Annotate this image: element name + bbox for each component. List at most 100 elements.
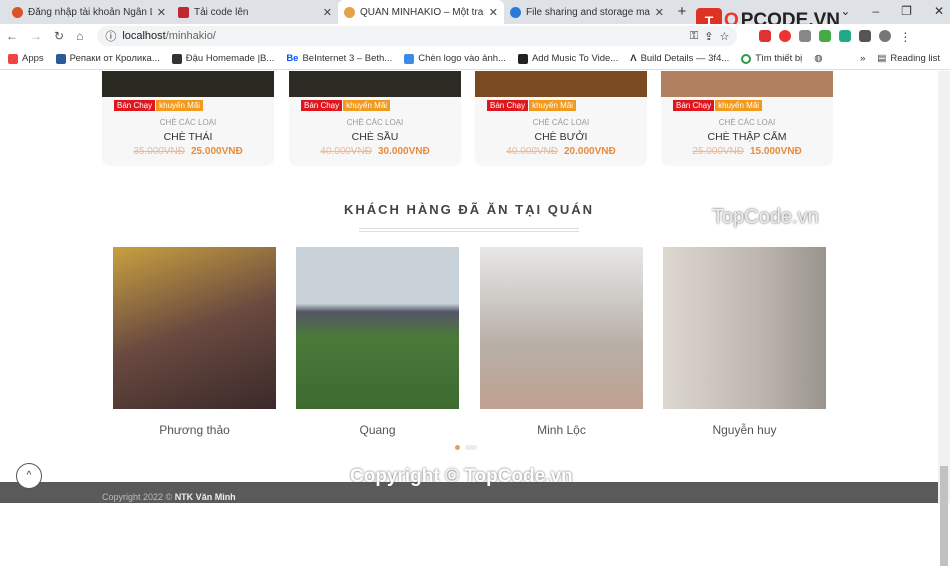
bestseller-badge: Bán Chạy — [487, 100, 529, 111]
watermark: TopCode.vn — [712, 206, 819, 228]
customer-card: Nguyễn huy — [663, 247, 826, 437]
key-icon[interactable]: ⚿ — [690, 30, 698, 43]
bookmark[interactable]: Add Music To Vide... — [517, 53, 619, 64]
product-category[interactable]: CHÈ CÁC LOẠI — [661, 118, 833, 127]
bookmark[interactable]: Chèn logo vào ảnh... — [404, 53, 506, 64]
url-path: /minhakio/ — [165, 30, 216, 42]
product-image[interactable] — [475, 71, 647, 97]
close-tab-icon[interactable]: ✕ — [655, 6, 664, 19]
bestseller-badge: Bán Chạy — [673, 100, 715, 111]
avatar[interactable] — [879, 30, 892, 42]
product-category[interactable]: CHÈ CÁC LOẠI — [289, 118, 461, 127]
bookmark-label: Add Music To Vide... — [531, 53, 619, 64]
scrollbar-thumb[interactable] — [940, 466, 948, 566]
browser-tab[interactable]: Đăng nhập tài khoản Ngân Lượng ✕ — [6, 0, 172, 24]
promo-badge: khuyến Mãi — [343, 100, 391, 111]
adblock-icon[interactable] — [779, 30, 792, 42]
watermark: Copyright © TopCode.vn — [350, 466, 573, 487]
sale-price: 15.000VNĐ — [750, 146, 802, 157]
more-icon: » — [860, 53, 866, 64]
bookmark-label: Apps — [22, 53, 44, 64]
bookmark-icon — [171, 53, 182, 64]
promo-badge: khuyến Mãi — [156, 100, 204, 111]
bookmark[interactable]: Λ Build Details — 3f4... — [630, 53, 729, 64]
reload-icon[interactable]: ↻ — [54, 29, 64, 43]
bookmark[interactable]: Tìm thiết bị — [741, 53, 802, 64]
reading-list-icon: ▤ — [877, 53, 887, 64]
extension-icon[interactable] — [819, 30, 832, 42]
bookmark-label: Đậu Homemade |B... — [185, 53, 275, 64]
close-tab-icon[interactable]: ✕ — [489, 6, 498, 19]
tab-title: Đăng nhập tài khoản Ngân Lượng — [28, 6, 152, 18]
close-tab-icon[interactable]: ✕ — [323, 6, 332, 19]
info-icon: ⓘ — [105, 31, 117, 43]
browser-tab[interactable]: File sharing and storage made simple ✕ — [504, 0, 670, 24]
divider — [359, 231, 579, 232]
bestseller-badge: Bán Chạy — [114, 100, 156, 111]
old-price: 40.000VNĐ — [506, 146, 558, 157]
customer-card: Quang — [296, 247, 459, 437]
sale-price: 20.000VNĐ — [564, 146, 616, 157]
product-name[interactable]: CHÈ THẬP CẨM — [661, 131, 833, 143]
home-icon[interactable]: ⌂ — [76, 29, 83, 43]
carousel-dots — [455, 445, 477, 450]
star-icon[interactable]: ☆ — [719, 30, 729, 43]
tab-favicon-icon — [510, 6, 521, 18]
share-icon[interactable]: ⇪ — [704, 30, 713, 43]
sale-price: 30.000VNĐ — [378, 146, 430, 157]
extension-icon[interactable] — [839, 30, 852, 42]
product-card[interactable]: Bán Chạy khuyến Mãi CHÈ CÁC LOẠI CHÈ THÁI 35… — [102, 71, 274, 166]
product-card[interactable]: Bán Chạy khuyến Mãi CHÈ CÁC LOẠI CHÈ SẦU 40.… — [289, 71, 461, 166]
product-image[interactable] — [289, 71, 461, 97]
product-card[interactable]: Bán Chạy khuyến Mãi CHÈ CÁC LOẠI CHÈ THẬP C… — [661, 71, 833, 166]
build-icon: Λ — [630, 53, 637, 64]
puzzle-icon[interactable] — [859, 30, 872, 42]
minimize-icon[interactable]: – — [872, 0, 879, 22]
scroll-to-top-button[interactable]: ^ — [16, 463, 42, 489]
new-tab-button[interactable]: + — [670, 0, 694, 24]
bookmark[interactable]: Đậu Homemade |B... — [171, 53, 275, 64]
browser-tab-active[interactable]: QUÁN MINHAKIO – Một trang web ✕ — [338, 0, 504, 24]
tab-favicon-icon — [344, 6, 355, 18]
product-image[interactable] — [102, 71, 274, 97]
old-price: 35.000VNĐ — [133, 146, 185, 157]
customer-photo — [113, 247, 276, 409]
tab-search-icon[interactable]: ⌄ — [840, 0, 850, 22]
carousel-dot[interactable] — [455, 445, 460, 450]
product-category[interactable]: CHÈ CÁC LOẠI — [102, 118, 274, 127]
bookmark-icon — [517, 53, 528, 64]
product-category[interactable]: CHÈ CÁC LOẠI — [475, 118, 647, 127]
promo-badge: khuyến Mãi — [715, 100, 763, 111]
customer-name: Phương thảo — [159, 423, 230, 437]
close-window-icon[interactable]: ✕ — [934, 0, 944, 22]
extension-icon[interactable] — [799, 30, 812, 42]
address-bar[interactable]: ⓘ localhost/minhakio/ ⚿ ⇪ ☆ — [97, 26, 738, 46]
product-name[interactable]: CHÈ SẦU — [289, 131, 461, 143]
product-name[interactable]: CHÈ THÁI — [102, 131, 274, 143]
bookmark-apps[interactable]: Apps — [8, 53, 44, 64]
product-image[interactable] — [661, 71, 833, 97]
back-icon[interactable]: ← — [6, 29, 18, 43]
scrollbar[interactable] — [938, 71, 950, 566]
close-tab-icon[interactable]: ✕ — [157, 6, 166, 19]
reading-list[interactable]: ▤ Reading list — [877, 53, 940, 64]
restore-icon[interactable]: ❐ — [901, 0, 912, 22]
menu-icon[interactable]: ⋮ — [899, 30, 911, 44]
carousel-dot[interactable] — [465, 445, 477, 450]
bookmarks-overflow[interactable]: » — [860, 53, 865, 64]
product-card[interactable]: Bán Chạy khuyến Mãi CHÈ CÁC LOẠI CHÈ BƯỞI 40… — [475, 71, 647, 166]
product-name[interactable]: CHÈ BƯỞI — [475, 131, 647, 143]
bookmark[interactable]: ◍ — [814, 53, 822, 64]
customer-photo — [663, 247, 826, 409]
copyright-text: Copyright 2022 © — [102, 492, 173, 502]
bookmark-icon — [404, 53, 415, 64]
forward-icon[interactable]: → — [30, 29, 42, 43]
url-host: localhost — [122, 30, 166, 42]
browser-tab[interactable]: Tải code lên ✕ — [172, 0, 338, 24]
extension-icon[interactable] — [759, 30, 772, 42]
bookmark-icon — [741, 53, 752, 64]
bookmark[interactable]: Be BeInternet 3 – Beth... — [286, 53, 392, 64]
author-name: NTK Văn Minh — [174, 492, 236, 502]
old-price: 40.000VNĐ — [320, 146, 372, 157]
bookmark[interactable]: Репаки от Кролика... — [55, 53, 160, 64]
